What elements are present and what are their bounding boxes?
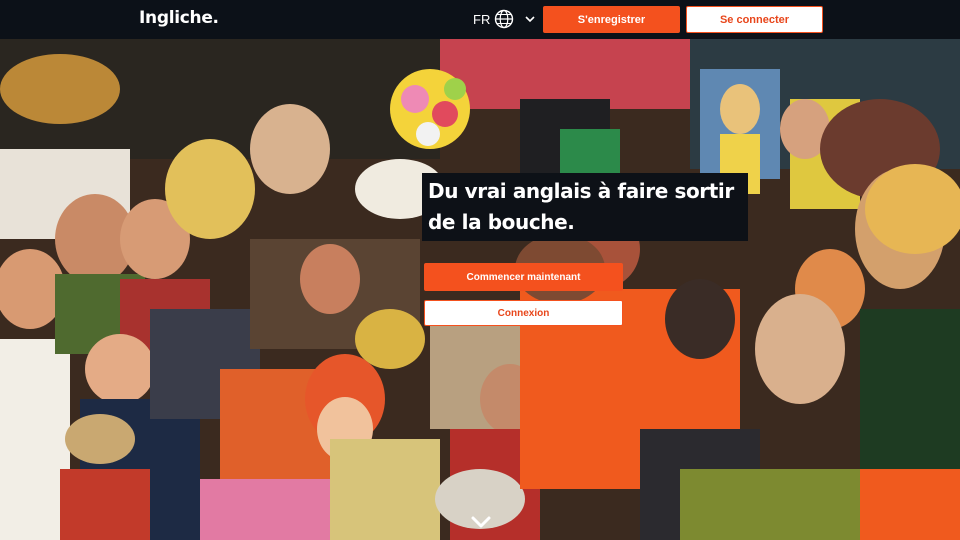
connexion-button[interactable]: Connexion [424, 300, 623, 326]
register-button[interactable]: S'enregistrer [543, 6, 680, 33]
hero-headline: Du vrai anglais à faire sortir de la bou… [428, 176, 748, 238]
top-navigation-bar: Ingliche. FR S'enregistrer Se connecter [0, 0, 960, 39]
headline-line-1: Du vrai anglais à faire sortir [428, 179, 734, 203]
logo[interactable]: Ingliche. [139, 8, 219, 28]
chevron-down-icon [525, 16, 535, 23]
headline-line-2: de la bouche. [428, 210, 575, 234]
login-button[interactable]: Se connecter [686, 6, 823, 33]
start-now-button[interactable]: Commencer maintenant [424, 263, 623, 291]
language-selector[interactable]: FR [473, 8, 536, 30]
language-code: FR [473, 11, 491, 27]
globe-icon [495, 9, 514, 29]
chevron-down-icon[interactable] [469, 511, 493, 533]
